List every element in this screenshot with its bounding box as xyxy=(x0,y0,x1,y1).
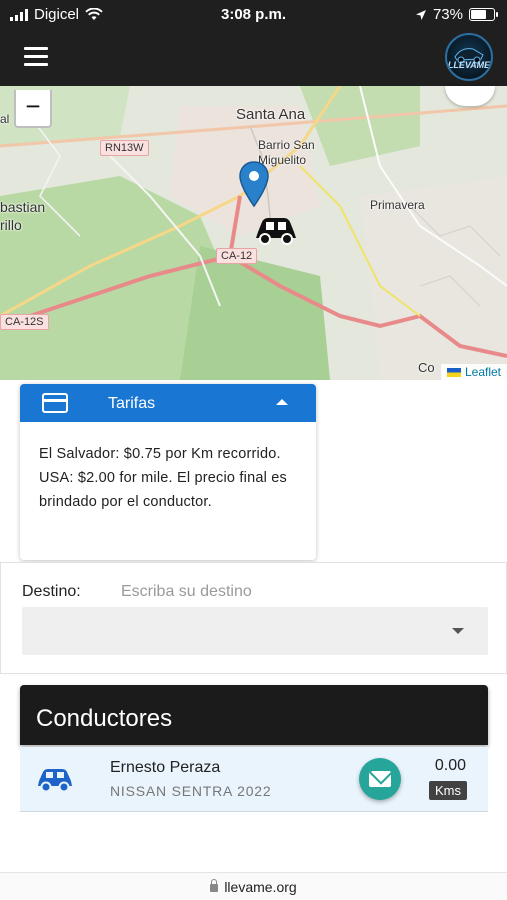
llevame-logo: LLEVAME xyxy=(445,33,493,81)
map-label-sebastian: bastian rillo xyxy=(0,199,46,233)
leaflet-link[interactable]: Leaflet xyxy=(465,365,501,379)
ukraine-flag-icon xyxy=(446,367,461,377)
logo-text: LLEVAME xyxy=(447,60,491,70)
mail-button[interactable] xyxy=(359,758,401,800)
credit-card-icon xyxy=(42,393,68,413)
battery-percent: 73% xyxy=(432,6,463,23)
browser-url-bar[interactable]: llevame.org xyxy=(0,872,507,900)
mail-icon xyxy=(369,771,391,787)
road-label-ca12: CA-12 xyxy=(216,248,258,264)
car-icon[interactable] xyxy=(254,214,298,246)
lock-icon xyxy=(210,879,219,892)
car-icon xyxy=(38,769,72,793)
tarifas-header[interactable]: Tarifas xyxy=(20,384,316,422)
map-view[interactable]: Santa Ana Barrio San Miguelito Primavera… xyxy=(0,86,507,380)
tarifas-body: El Salvador: $0.75 por Km recorrido. USA… xyxy=(39,446,287,510)
tarifas-card: Tarifas El Salvador: $0.75 por Km recorr… xyxy=(20,384,316,560)
driver-distance: 0.00 xyxy=(434,757,466,774)
battery-fill xyxy=(471,10,486,19)
chevron-up-icon xyxy=(276,399,288,405)
map-pin-icon[interactable] xyxy=(238,160,270,208)
hamburger-menu-icon[interactable] xyxy=(24,47,48,67)
battery-icon xyxy=(469,8,498,21)
map-label-santa-ana: Santa Ana xyxy=(236,106,306,123)
map-label-co: Co xyxy=(418,360,435,375)
zoom-out-button[interactable]: − xyxy=(14,90,52,128)
app-bar: LLEVAME xyxy=(0,30,507,86)
destino-input[interactable] xyxy=(113,579,353,605)
map-label-primavera: Primavera xyxy=(370,198,425,212)
status-bar: Digicel 3:08 p.m. 73% xyxy=(0,0,507,30)
driver-car: NISSAN SENTRA 2022 xyxy=(110,783,272,799)
url-text: llevame.org xyxy=(224,879,297,895)
distance-unit-badge: Kms xyxy=(429,781,467,800)
battery-info: 73% xyxy=(415,6,498,23)
tarifas-title: Tarifas xyxy=(108,395,156,412)
destino-label: Destino: xyxy=(22,583,81,600)
destino-section: Destino: xyxy=(0,562,507,674)
road-label-rn13w: RN13W xyxy=(100,140,149,156)
road-label-ca12s: CA-12S xyxy=(0,314,49,330)
map-label-al: al xyxy=(0,112,10,126)
chevron-down-icon xyxy=(452,628,464,634)
driver-list-item[interactable]: Ernesto Peraza NISSAN SENTRA 2022 0.00 K… xyxy=(20,747,488,812)
destino-dropdown[interactable] xyxy=(22,607,488,655)
location-arrow-icon xyxy=(415,9,426,20)
conductores-title: Conductores xyxy=(36,705,173,732)
conductores-header: Conductores xyxy=(20,685,488,745)
map-attribution: Leaflet xyxy=(440,364,507,380)
driver-name: Ernesto Peraza xyxy=(110,759,221,776)
